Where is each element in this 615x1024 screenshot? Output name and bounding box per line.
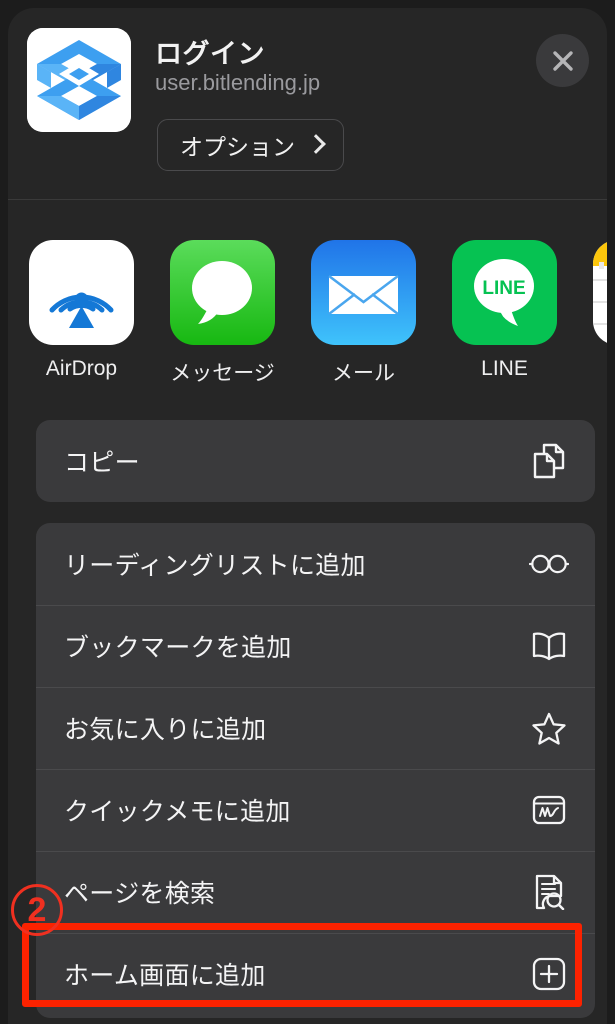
book-icon xyxy=(529,626,569,666)
close-button[interactable] xyxy=(536,34,589,87)
share-target-messages[interactable]: メッセージ xyxy=(170,200,275,387)
quick-note-icon xyxy=(529,790,569,830)
copy-action-card: コピー xyxy=(36,420,595,502)
options-button[interactable]: オプション xyxy=(157,119,344,171)
action-row-add-to-reading-list[interactable]: リーディングリストに追加 xyxy=(36,523,595,605)
svg-text:LINE: LINE xyxy=(482,278,525,299)
add-to-home-icon xyxy=(529,954,569,994)
options-button-label: オプション xyxy=(180,134,295,160)
action-row-add-favorite[interactable]: お気に入りに追加 xyxy=(36,687,595,769)
notes-icon xyxy=(593,240,607,345)
share-targets-row[interactable]: AirDrop メッセージ メール LINE LINE xyxy=(8,200,607,393)
line-icon: LINE xyxy=(452,240,557,345)
share-sheet: ログイン user.bitlending.jp オプション AirDrop メッ… xyxy=(8,8,607,1024)
action-row-add-quick-note[interactable]: クイックメモに追加 xyxy=(36,769,595,851)
action-label: リーディングリストに追加 xyxy=(64,552,366,580)
actions-card: リーディングリストに追加 ブックマークを追加 お気に入りに追加 クイックメモに追… xyxy=(36,523,595,1018)
share-target-label: メール xyxy=(332,362,395,385)
copy-icon xyxy=(529,441,569,481)
share-target-label: LINE xyxy=(481,357,528,380)
action-row-add-to-home-screen[interactable]: ホーム画面に追加 xyxy=(36,933,595,1015)
close-icon xyxy=(552,50,573,71)
mail-icon xyxy=(311,240,416,345)
action-label: お気に入りに追加 xyxy=(64,716,267,744)
action-row-find-on-page[interactable]: ページを検索 xyxy=(36,851,595,933)
action-label: ブックマークを追加 xyxy=(64,634,292,662)
share-page-domain: user.bitlending.jp xyxy=(155,70,321,95)
airdrop-icon xyxy=(29,240,134,345)
glasses-icon xyxy=(529,544,569,584)
share-page-title: ログイン xyxy=(155,39,265,69)
share-sheet-header: ログイン user.bitlending.jp オプション xyxy=(8,8,607,200)
chevron-right-icon xyxy=(306,134,326,154)
find-on-page-icon xyxy=(529,872,569,912)
share-sheet-screen: ログイン user.bitlending.jp オプション AirDrop メッ… xyxy=(0,0,615,1024)
bitlending-logo-icon xyxy=(27,28,131,132)
share-target-notes[interactable] xyxy=(593,200,607,357)
action-label: コピー xyxy=(64,449,140,477)
messages-icon xyxy=(170,240,275,345)
share-target-line[interactable]: LINE LINE xyxy=(452,200,557,381)
action-row-add-bookmark[interactable]: ブックマークを追加 xyxy=(36,605,595,687)
share-target-label: メッセージ xyxy=(170,362,275,385)
share-target-mail[interactable]: メール xyxy=(311,200,416,387)
share-target-label: AirDrop xyxy=(45,357,118,380)
action-label: ホーム画面に追加 xyxy=(64,962,266,990)
action-label: ページを検索 xyxy=(64,880,216,908)
action-label: クイックメモに追加 xyxy=(64,798,291,826)
star-icon xyxy=(529,708,569,748)
share-target-airdrop[interactable]: AirDrop xyxy=(29,200,134,381)
action-row-copy[interactable]: コピー xyxy=(36,420,595,502)
